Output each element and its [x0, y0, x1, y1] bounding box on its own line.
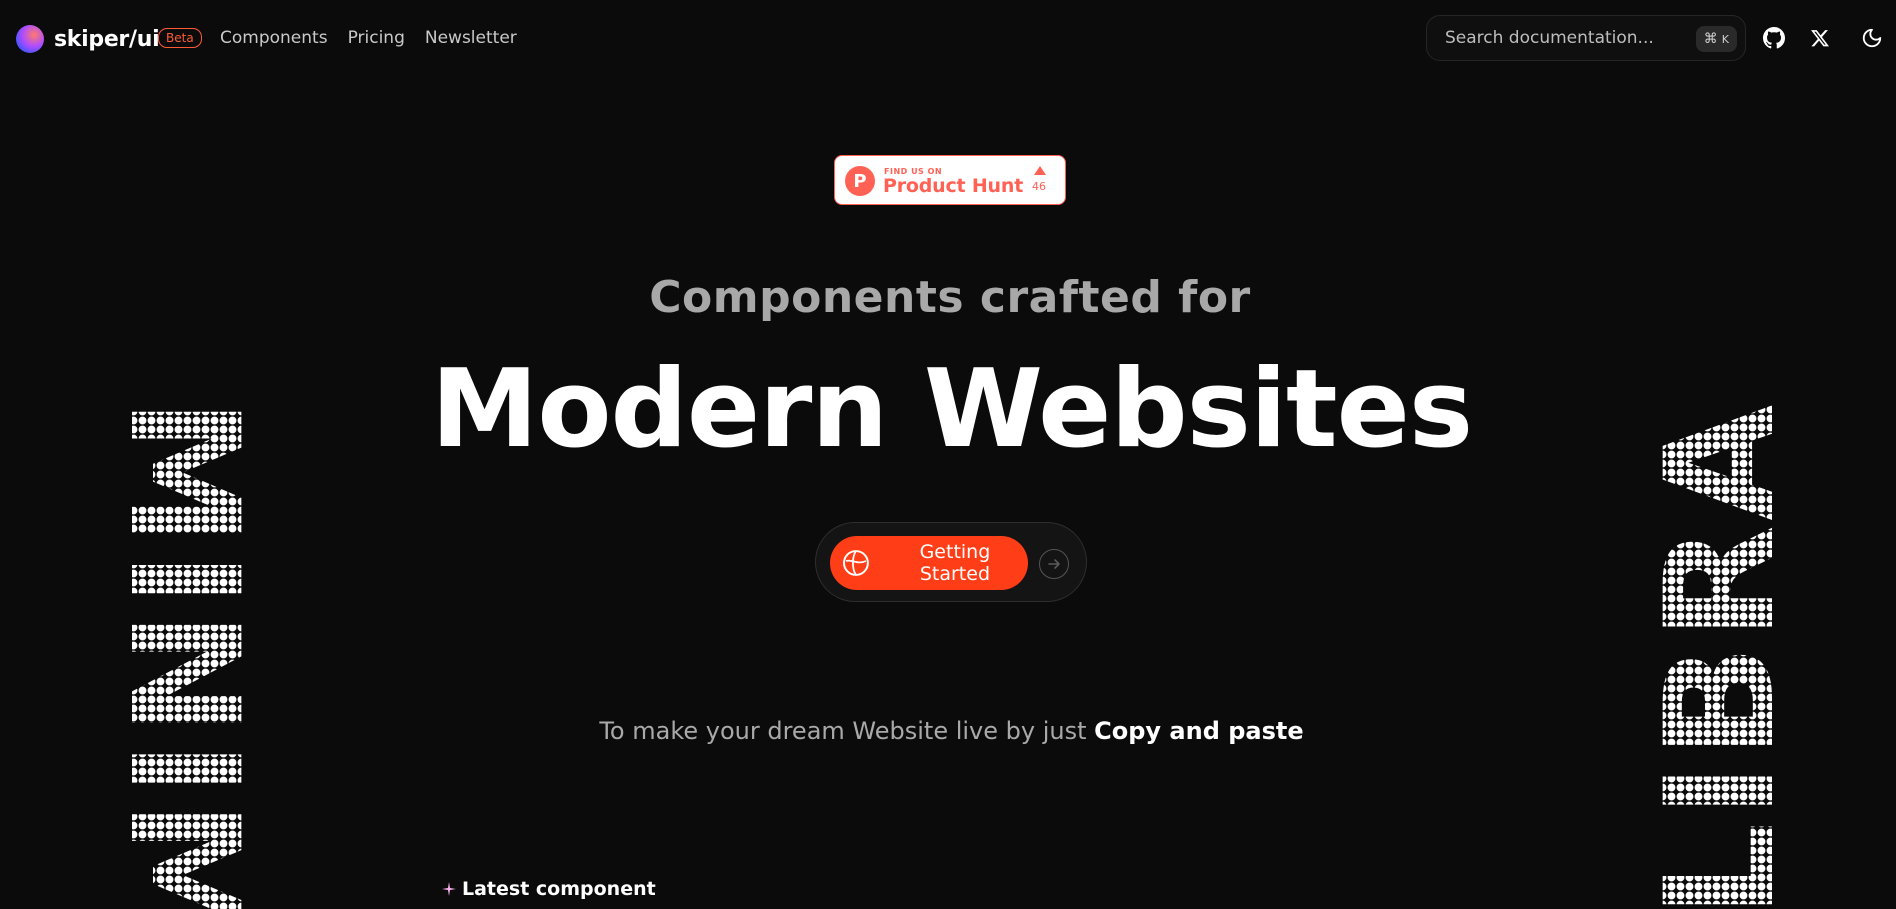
command-key-icon: ⌘	[1703, 31, 1718, 47]
x-icon[interactable]	[1808, 26, 1832, 50]
product-hunt-name: Product Hunt	[883, 175, 1024, 197]
tagline-text: To make your dream Website live by just	[599, 717, 1095, 745]
hero-headline: Modern Websites	[430, 347, 1473, 472]
brand-name: skiper/ui	[54, 26, 160, 52]
latest-component-section: Latest component	[442, 878, 656, 900]
header-actions	[1762, 26, 1884, 50]
upvote-count: 46	[1032, 180, 1046, 193]
side-word-left: MINIMALISM	[120, 398, 246, 909]
hero-subhead: Components crafted for	[649, 272, 1251, 323]
logo-mark-icon	[16, 25, 44, 53]
side-word-right: LIBRARY	[1658, 398, 1784, 909]
globe-icon	[842, 550, 869, 576]
hero-tagline: To make your dream Website live by just …	[0, 717, 1896, 745]
getting-started-button[interactable]: Getting Started	[830, 536, 1028, 590]
tagline-emphasis: Copy and paste	[1094, 717, 1304, 745]
brand-logo[interactable]: skiper/ui	[16, 25, 160, 53]
side-word-left-text: MINIMALISM	[120, 398, 246, 909]
main-nav: Components Pricing Newsletter	[220, 28, 517, 48]
sparkle-icon	[442, 882, 456, 896]
search-placeholder: Search documentation...	[1445, 28, 1654, 48]
beta-badge: Beta	[158, 28, 202, 48]
nav-pricing[interactable]: Pricing	[348, 28, 405, 48]
search-shortcut: ⌘ K	[1695, 26, 1737, 52]
side-word-right-text: LIBRARY	[1658, 398, 1784, 909]
shortcut-key: K	[1721, 32, 1729, 46]
top-nav: skiper/ui Beta Components Pricing Newsle…	[0, 0, 1896, 76]
nav-newsletter[interactable]: Newsletter	[425, 28, 517, 48]
cta-container: Getting Started	[815, 522, 1087, 602]
product-hunt-badge[interactable]: P FIND US ON Product Hunt 46	[834, 155, 1066, 205]
latest-component-label: Latest component	[462, 878, 656, 900]
nav-components[interactable]: Components	[220, 28, 328, 48]
product-hunt-logo-icon: P	[845, 166, 875, 196]
moon-icon[interactable]	[1860, 26, 1884, 50]
upvote-triangle-icon	[1034, 166, 1046, 175]
search-input[interactable]: Search documentation... ⌘ K	[1426, 15, 1746, 61]
getting-started-label: Getting Started	[919, 541, 991, 585]
github-icon[interactable]	[1762, 26, 1786, 50]
arrow-right-icon[interactable]	[1039, 549, 1069, 579]
